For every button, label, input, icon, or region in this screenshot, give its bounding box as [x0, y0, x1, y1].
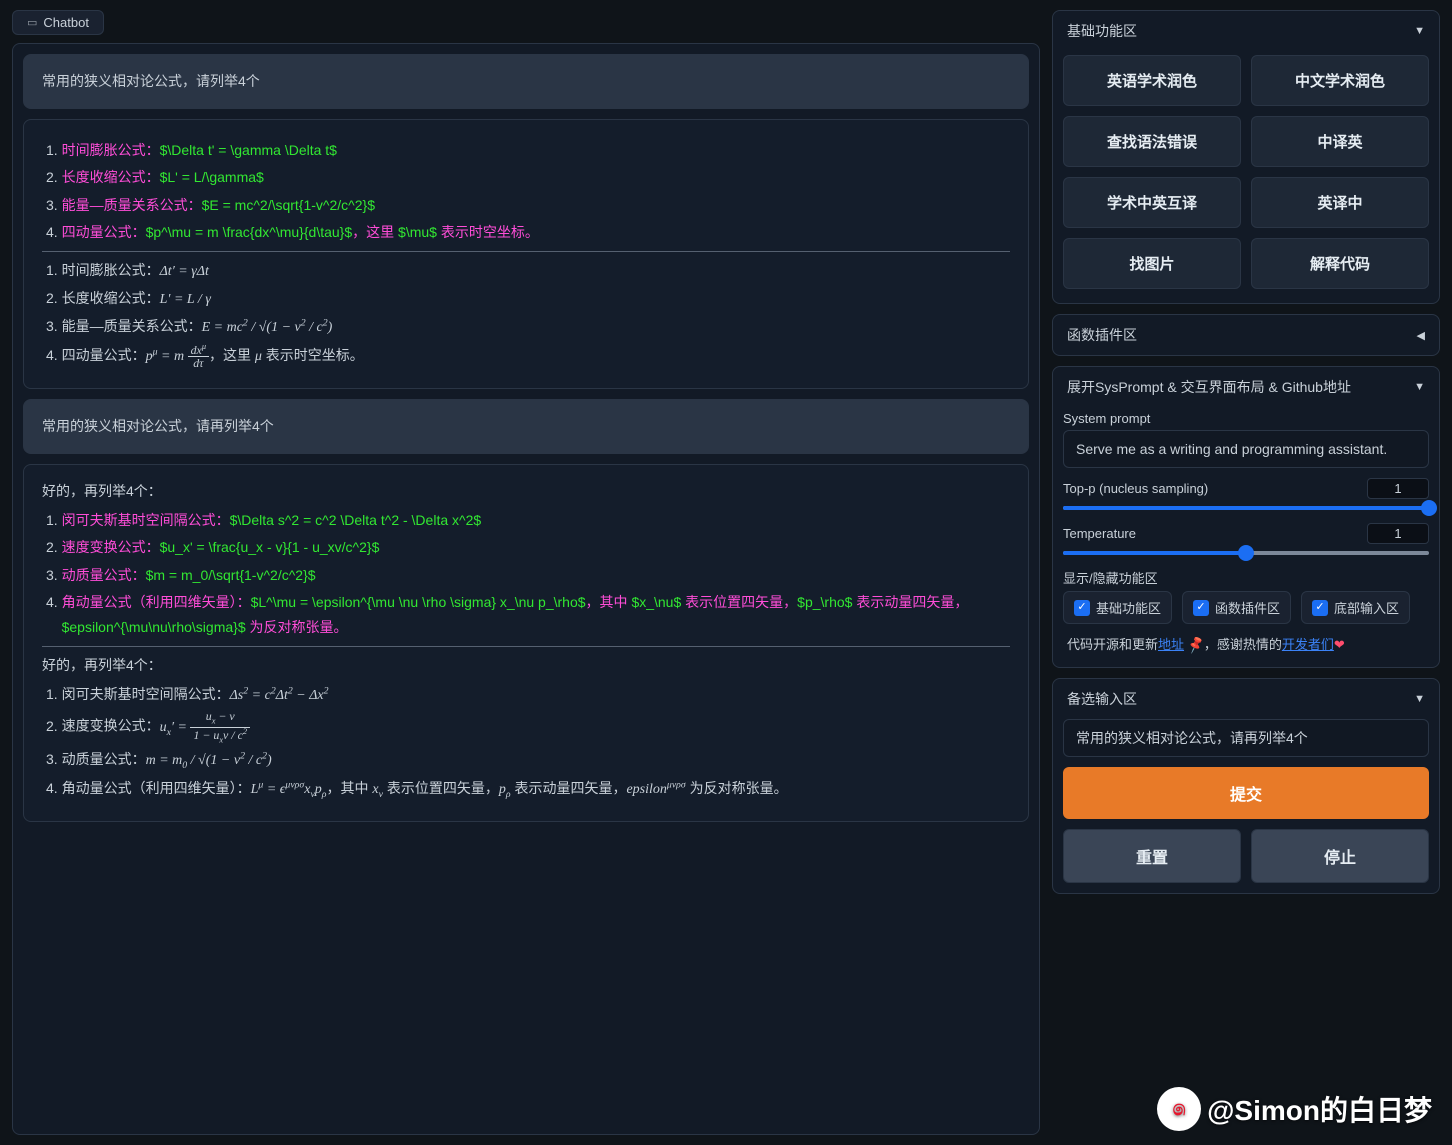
basic-button-grid: 英语学术润色 中文学术润色 查找语法错误 中译英 学术中英互译 英译中 找图片 …	[1063, 55, 1429, 289]
panel-sysprompt: 展开SysPrompt & 交互界面布局 & Github地址 ▼ System…	[1052, 366, 1440, 668]
chevron-left-icon: ◀	[1417, 329, 1425, 342]
fn-button[interactable]: 学术中英互译	[1063, 177, 1241, 228]
main-column: ▭ Chatbot 常用的狭义相对论公式，请列举4个 时间膨胀公式：$\Delt…	[0, 0, 1052, 1145]
tab-label: Chatbot	[43, 15, 89, 30]
rendered-formula-list: 时间膨胀公式：Δt′ = γΔt 长度收缩公式：L′ = L / γ 能量—质量…	[42, 258, 1010, 370]
panel-title: 函数插件区	[1067, 325, 1137, 345]
panel-title: 展开SysPrompt & 交互界面布局 & Github地址	[1067, 377, 1351, 397]
fn-button[interactable]: 查找语法错误	[1063, 116, 1241, 167]
panel-plugins: 函数插件区 ◀	[1052, 314, 1440, 356]
heart-icon: ❤	[1334, 637, 1345, 652]
topp-slider[interactable]	[1063, 503, 1429, 513]
math: E = mc2 / √(1 − v2 / c2)	[202, 320, 333, 335]
topp-value-input[interactable]	[1367, 478, 1429, 499]
panel-title: 备选输入区	[1067, 689, 1137, 709]
divider	[42, 251, 1010, 252]
rendered-formula-list: 闵可夫斯基时空间隔公式：Δs2 = c2Δt2 − Δx2 速度变换公式：ux′…	[42, 682, 1010, 803]
raw-formula-list: 时间膨胀公式：$\Delta t' = \gamma \Delta t$ 长度收…	[42, 138, 1010, 245]
assistant-message: 时间膨胀公式：$\Delta t' = \gamma \Delta t$ 长度收…	[23, 119, 1029, 389]
panel-alt-input: 备选输入区 ▼ 提交 重置 停止	[1052, 678, 1440, 894]
raw-formula-list: 闵可夫斯基时空间隔公式：$\Delta s^2 = c^2 \Delta t^2…	[42, 508, 1010, 640]
assistant-message: 好的，再列举4个： 闵可夫斯基时空间隔公式：$\Delta s^2 = c^2 …	[23, 464, 1029, 823]
temperature-value-input[interactable]	[1367, 523, 1429, 544]
checkbox-icon: ✓	[1312, 600, 1328, 616]
sysprompt-label: System prompt	[1063, 411, 1429, 426]
math: Lμ = ϵμνρσxνpρ	[251, 782, 327, 797]
sysprompt-input[interactable]	[1063, 430, 1429, 468]
chevron-down-icon: ▼	[1414, 693, 1425, 705]
math: pμ = m dxμdτ	[146, 349, 209, 364]
panel-basic: 基础功能区 ▼ 英语学术润色 中文学术润色 查找语法错误 中译英 学术中英互译 …	[1052, 10, 1440, 304]
panel-plugins-header[interactable]: 函数插件区 ◀	[1053, 315, 1439, 355]
checkbox-icon: ✓	[1074, 600, 1090, 616]
rendered-head: 好的，再列举4个：	[42, 653, 1010, 678]
panel-title: 基础功能区	[1067, 21, 1137, 41]
panel-sysprompt-header[interactable]: 展开SysPrompt & 交互界面布局 & Github地址 ▼	[1053, 367, 1439, 407]
temperature-label: Temperature	[1063, 526, 1136, 541]
footer-note: 代码开源和更新地址 📌，感谢热情的开发者们❤	[1063, 634, 1429, 653]
math: m = m0 / √(1 − v2 / c2)	[146, 753, 272, 768]
message-text: 常用的狭义相对论公式，请再列举4个	[42, 418, 274, 434]
fn-button[interactable]: 中译英	[1251, 116, 1429, 167]
math: Δs2 = c2Δt2 − Δx2	[230, 688, 329, 703]
repo-link[interactable]: 地址	[1158, 637, 1184, 652]
raw-head: 好的，再列举4个：	[42, 479, 1010, 504]
panel-alt-input-header[interactable]: 备选输入区 ▼	[1053, 679, 1439, 719]
chevron-down-icon: ▼	[1414, 381, 1425, 393]
fn-button[interactable]: 中文学术润色	[1251, 55, 1429, 106]
fn-button[interactable]: 英译中	[1251, 177, 1429, 228]
user-message: 常用的狭义相对论公式，请列举4个	[23, 54, 1029, 109]
message-text: 常用的狭义相对论公式，请列举4个	[42, 73, 260, 89]
math: L′ = L / γ	[160, 292, 211, 307]
topp-label: Top-p (nucleus sampling)	[1063, 481, 1208, 496]
panel-basic-header[interactable]: 基础功能区 ▼	[1053, 11, 1439, 51]
fn-button[interactable]: 解释代码	[1251, 238, 1429, 289]
chat-icon: ▭	[27, 16, 37, 29]
toggle-basic[interactable]: ✓基础功能区	[1063, 591, 1172, 624]
side-column: 基础功能区 ▼ 英语学术润色 中文学术润色 查找语法错误 中译英 学术中英互译 …	[1052, 0, 1452, 1145]
submit-button[interactable]: 提交	[1063, 767, 1429, 819]
user-message: 常用的狭义相对论公式，请再列举4个	[23, 399, 1029, 454]
toggle-row: ✓基础功能区 ✓函数插件区 ✓底部输入区	[1063, 591, 1429, 624]
chevron-down-icon: ▼	[1414, 25, 1425, 37]
devs-link[interactable]: 开发者们	[1282, 637, 1334, 652]
math: Δt′ = γΔt	[160, 264, 209, 279]
toggle-section-label: 显示/隐藏功能区	[1063, 568, 1429, 587]
alt-input[interactable]	[1063, 719, 1429, 757]
reset-button[interactable]: 重置	[1063, 829, 1241, 883]
divider	[42, 646, 1010, 647]
math: ux′ = ux − v1 − uxv / c2	[160, 720, 250, 735]
toggle-bottom-input[interactable]: ✓底部输入区	[1301, 591, 1410, 624]
checkbox-icon: ✓	[1193, 600, 1209, 616]
temperature-slider[interactable]	[1063, 548, 1429, 558]
stop-button[interactable]: 停止	[1251, 829, 1429, 883]
chat-body: 常用的狭义相对论公式，请列举4个 时间膨胀公式：$\Delta t' = \ga…	[12, 43, 1040, 1135]
toggle-plugins[interactable]: ✓函数插件区	[1182, 591, 1291, 624]
tab-bar: ▭ Chatbot	[12, 10, 1040, 35]
fn-button[interactable]: 找图片	[1063, 238, 1241, 289]
tab-chatbot[interactable]: ▭ Chatbot	[12, 10, 104, 35]
fn-button[interactable]: 英语学术润色	[1063, 55, 1241, 106]
